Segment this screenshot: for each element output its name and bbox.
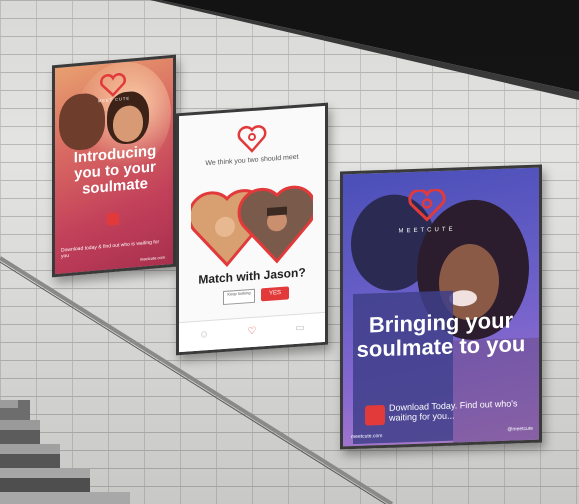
poster-headline: Introducing you to your soulmate <box>73 142 157 198</box>
poster-introducing-soulmate: MEET CUTE Introducing you to your soulma… <box>52 54 176 278</box>
heart-icon: ♡ <box>247 325 257 338</box>
app-icon <box>365 404 385 426</box>
meetcute-logo-icon <box>237 125 267 153</box>
meetcute-logo-icon <box>408 188 446 222</box>
chat-icon: ▭ <box>295 322 305 334</box>
match-hearts-photos <box>191 185 313 268</box>
poster-bringing-soulmate: MEETCUTE Bringing your soulmate to you D… <box>340 164 542 450</box>
poster-headline: Bringing your soulmate to you <box>356 307 526 362</box>
user-icon: ☺ <box>198 328 210 341</box>
app-icon <box>107 212 119 226</box>
poster-tagline: We think you two should meet <box>205 153 299 168</box>
keep-looking-button: Keep looking <box>223 288 255 306</box>
meetcute-logo-icon <box>100 73 126 97</box>
match-buttons: Keep looking YES <box>203 285 303 306</box>
yes-button: YES <box>261 286 289 302</box>
subway-stairwell-scene: MEET CUTE Introducing you to your soulma… <box>0 0 579 504</box>
staircase <box>0 400 130 504</box>
poster-match-with-jason: We think you two should meet Match with … <box>176 102 328 356</box>
